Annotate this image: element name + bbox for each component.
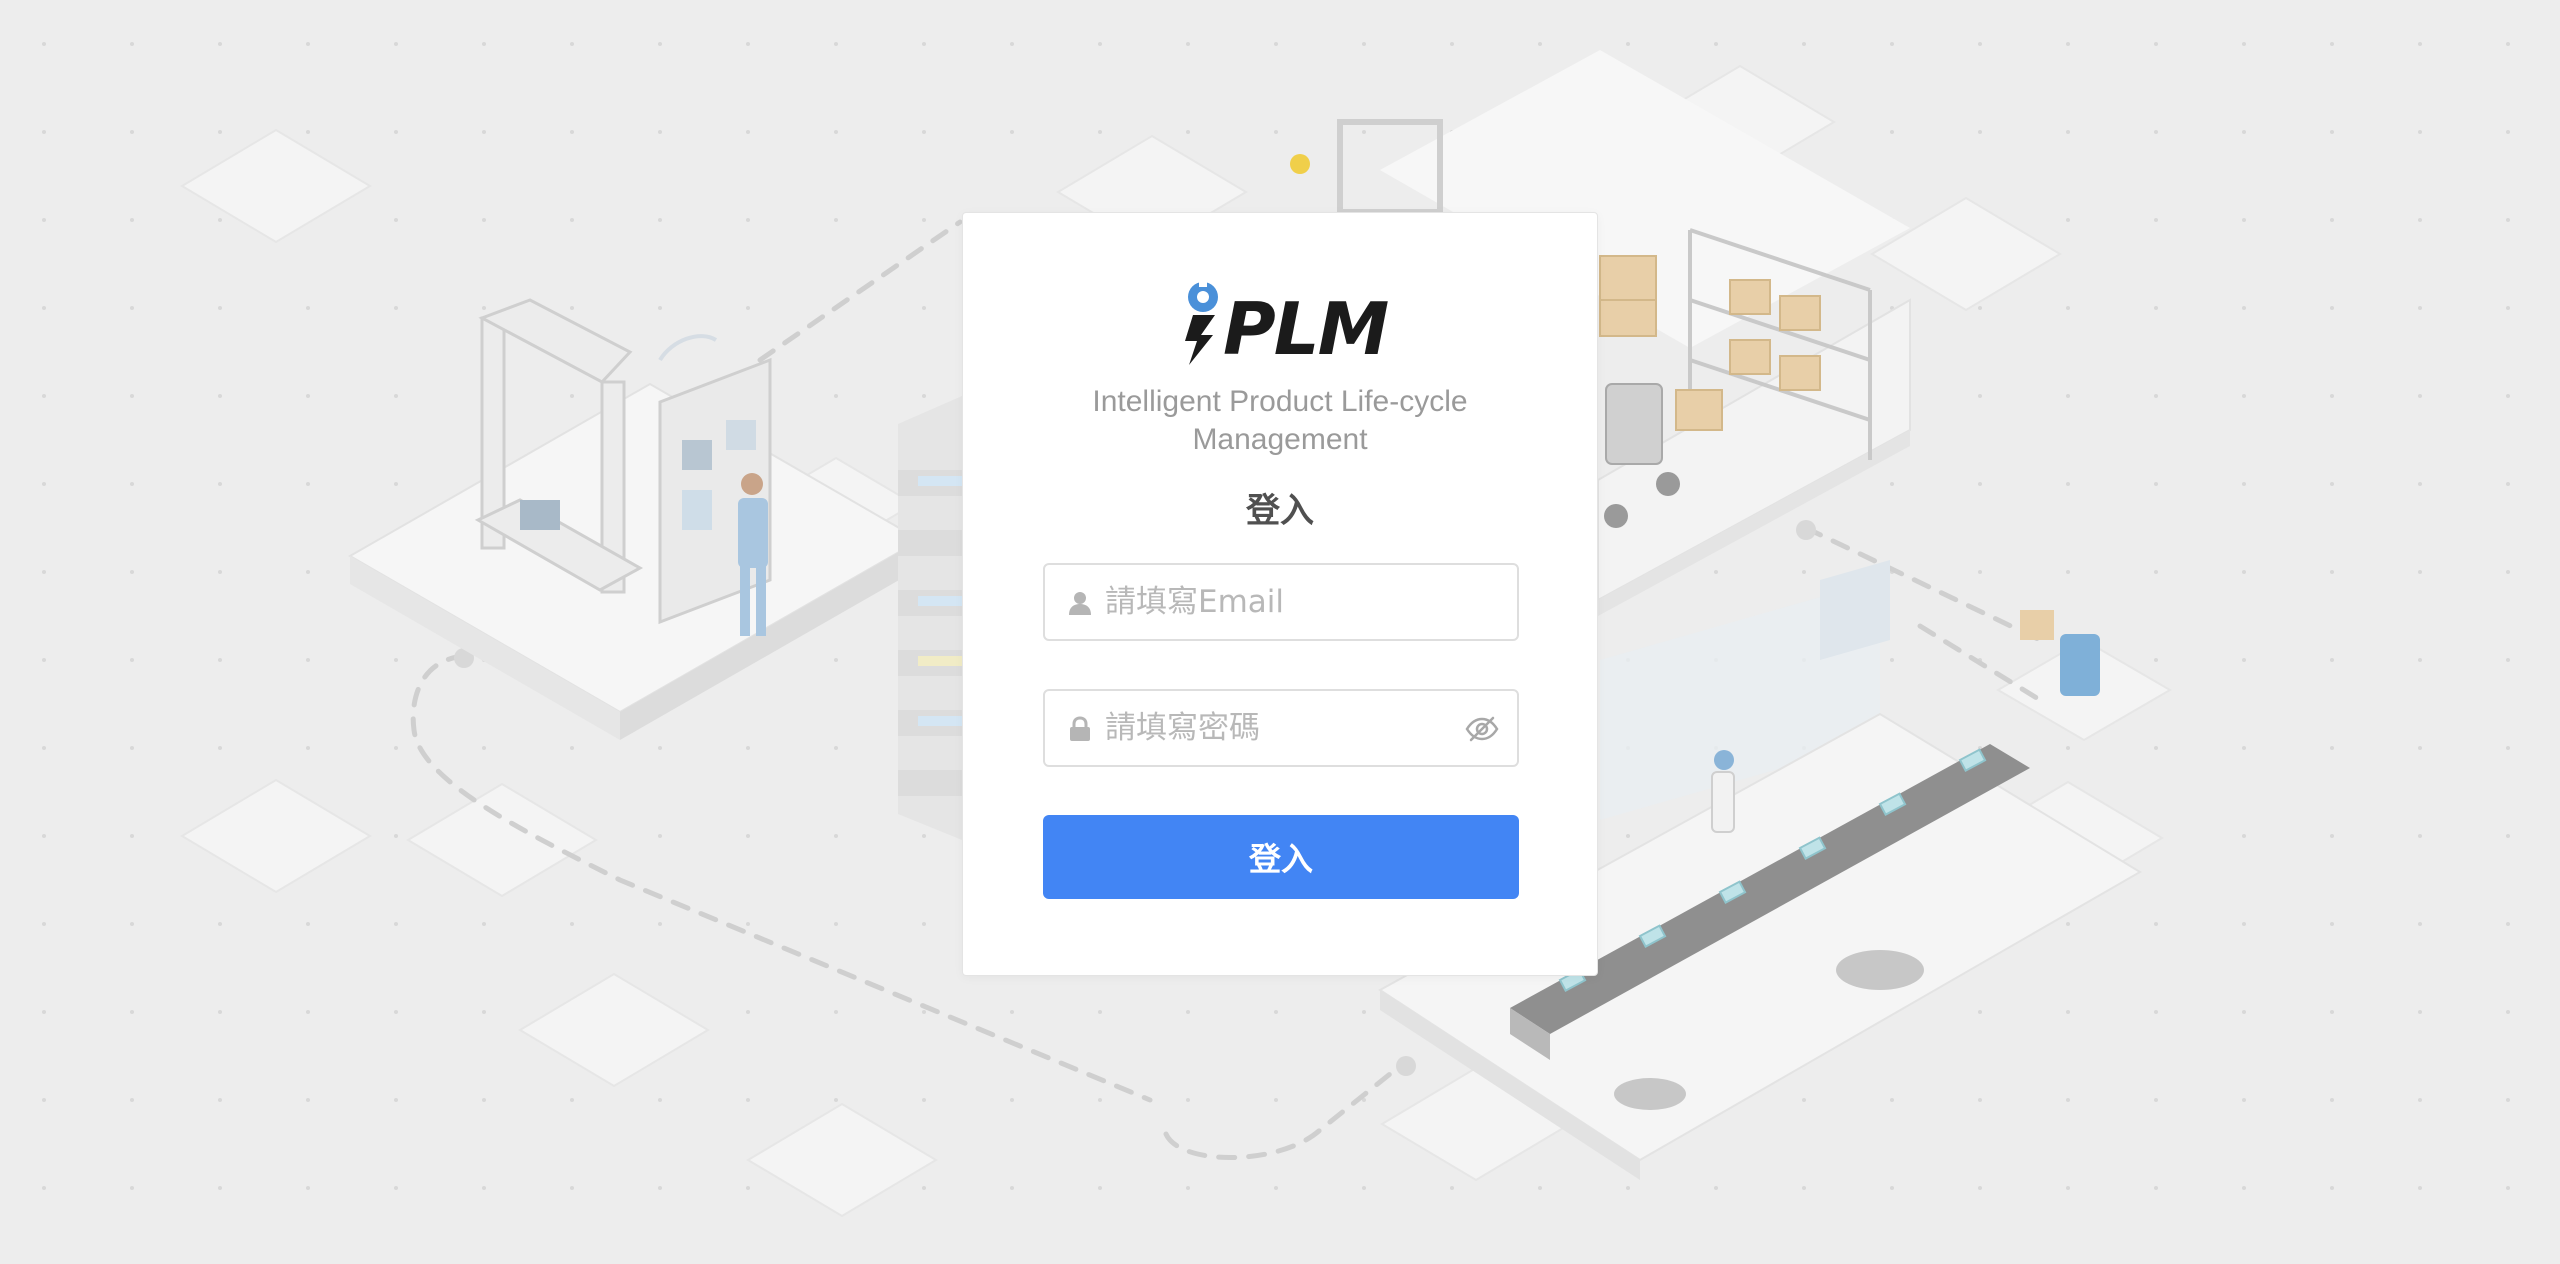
password-input[interactable] (1105, 691, 1445, 765)
email-field[interactable] (1043, 563, 1519, 641)
eye-slash-icon[interactable] (1465, 714, 1499, 744)
brand-logo: PLM (1181, 273, 1391, 369)
logo-mark-icon (1185, 273, 1218, 365)
login-button[interactable]: 登入 (1043, 815, 1519, 899)
email-input[interactable] (1105, 565, 1445, 639)
logo-text: PLM (1223, 287, 1389, 371)
login-title: 登入 (1246, 491, 1314, 531)
user-icon (1069, 592, 1091, 615)
password-field[interactable] (1043, 689, 1519, 767)
lock-icon (1070, 716, 1090, 741)
login-card: PLM Intelligent Product Life-cycle Manag… (962, 212, 1598, 976)
app-subtitle: Intelligent Product Life-cycle Managemen… (1092, 385, 1468, 456)
